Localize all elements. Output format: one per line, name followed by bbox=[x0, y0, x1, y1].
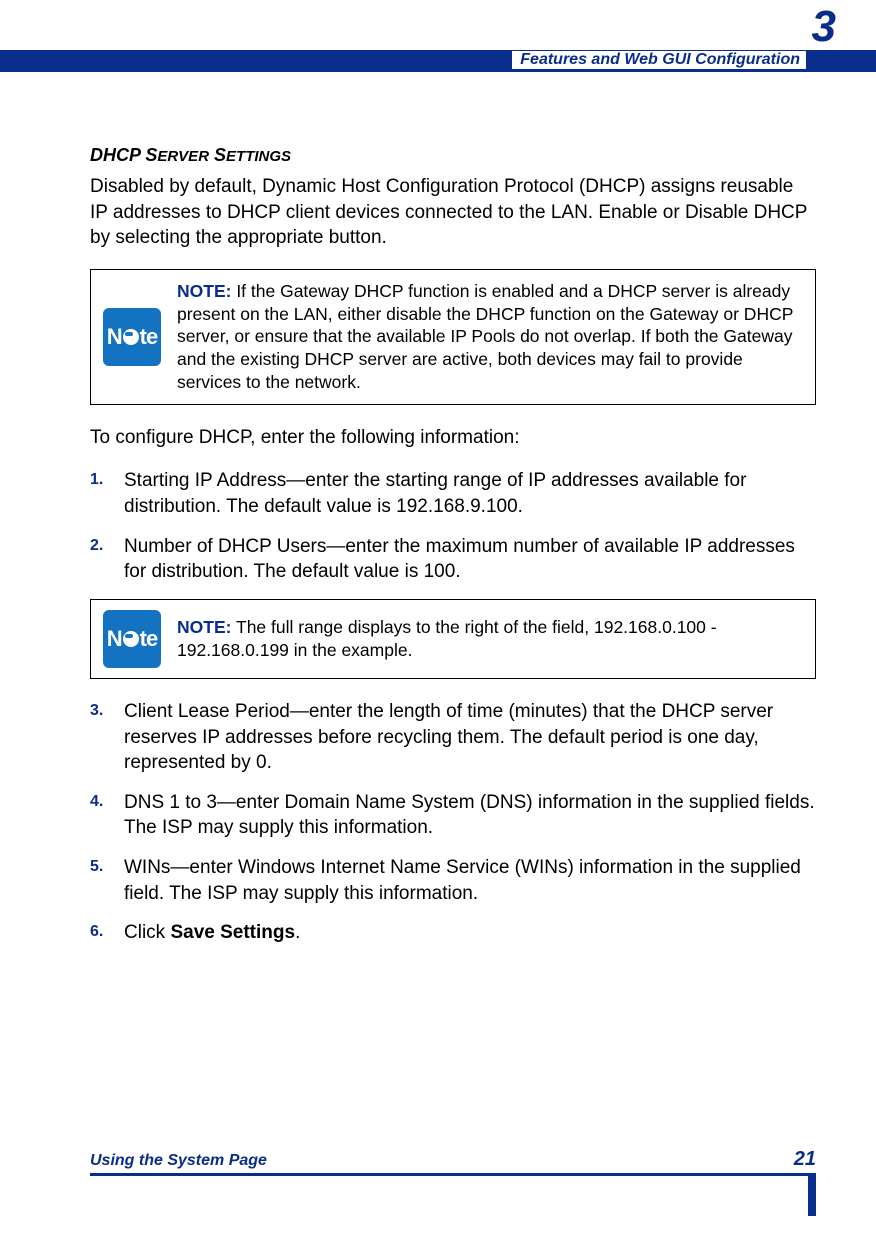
step-item: WINs—enter Windows Internet Name Service… bbox=[90, 855, 816, 906]
footer-section-title: Using the System Page bbox=[90, 1152, 267, 1170]
steps-list-cont: Client Lease Period—enter the length of … bbox=[90, 699, 816, 946]
globe-icon bbox=[123, 631, 139, 647]
note-box: Nte NOTE: The full range displays to the… bbox=[90, 599, 816, 679]
heading-part: ETTINGS bbox=[226, 148, 291, 165]
note-label: NOTE: bbox=[177, 617, 231, 637]
note-label: NOTE: bbox=[177, 281, 231, 301]
step-item: Client Lease Period—enter the length of … bbox=[90, 699, 816, 776]
save-settings-label: Save Settings bbox=[170, 922, 295, 943]
note-icon-n: N bbox=[107, 324, 122, 350]
globe-icon bbox=[123, 329, 139, 345]
note-icon-label: Nte bbox=[107, 324, 157, 350]
page-number: 21 bbox=[794, 1148, 816, 1171]
steps-list: Starting IP Address—enter the starting r… bbox=[90, 468, 816, 585]
step-text: . bbox=[295, 922, 300, 943]
step-item: Number of DHCP Users—enter the maximum n… bbox=[90, 534, 816, 585]
heading-part: DHCP S bbox=[90, 145, 157, 165]
intro-paragraph: Disabled by default, Dynamic Host Config… bbox=[90, 174, 816, 251]
step-item: Click Save Settings. bbox=[90, 920, 816, 946]
note-box: Nte NOTE: If the Gateway DHCP function i… bbox=[90, 269, 816, 405]
chapter-number: 3 bbox=[812, 2, 836, 52]
step-text: Click bbox=[124, 922, 170, 943]
note-content: NOTE: If the Gateway DHCP function is en… bbox=[161, 280, 803, 394]
note-icon-te: te bbox=[140, 324, 158, 350]
note-icon: Nte bbox=[103, 308, 161, 366]
note-text: If the Gateway DHCP function is enabled … bbox=[177, 281, 793, 392]
header-title: Features and Web GUI Configuration bbox=[512, 51, 806, 69]
note-icon: Nte bbox=[103, 610, 161, 668]
footer-tab bbox=[808, 1176, 816, 1216]
step-item: DNS 1 to 3—enter Domain Name System (DNS… bbox=[90, 790, 816, 841]
heading-part: ERVER bbox=[157, 148, 209, 165]
note-text: The full range displays to the right of … bbox=[177, 617, 717, 660]
note-icon-te: te bbox=[140, 626, 158, 652]
section-heading: DHCP SERVER SETTINGS bbox=[90, 145, 816, 166]
note-icon-label: Nte bbox=[107, 626, 157, 652]
configure-paragraph: To configure DHCP, enter the following i… bbox=[90, 425, 816, 451]
page-footer: Using the System Page 21 bbox=[90, 1148, 816, 1176]
heading-part: S bbox=[209, 145, 226, 165]
step-item: Starting IP Address—enter the starting r… bbox=[90, 468, 816, 519]
page-content: DHCP SERVER SETTINGS Disabled by default… bbox=[90, 145, 816, 960]
note-icon-n: N bbox=[107, 626, 122, 652]
note-content: NOTE: The full range displays to the rig… bbox=[161, 616, 803, 662]
